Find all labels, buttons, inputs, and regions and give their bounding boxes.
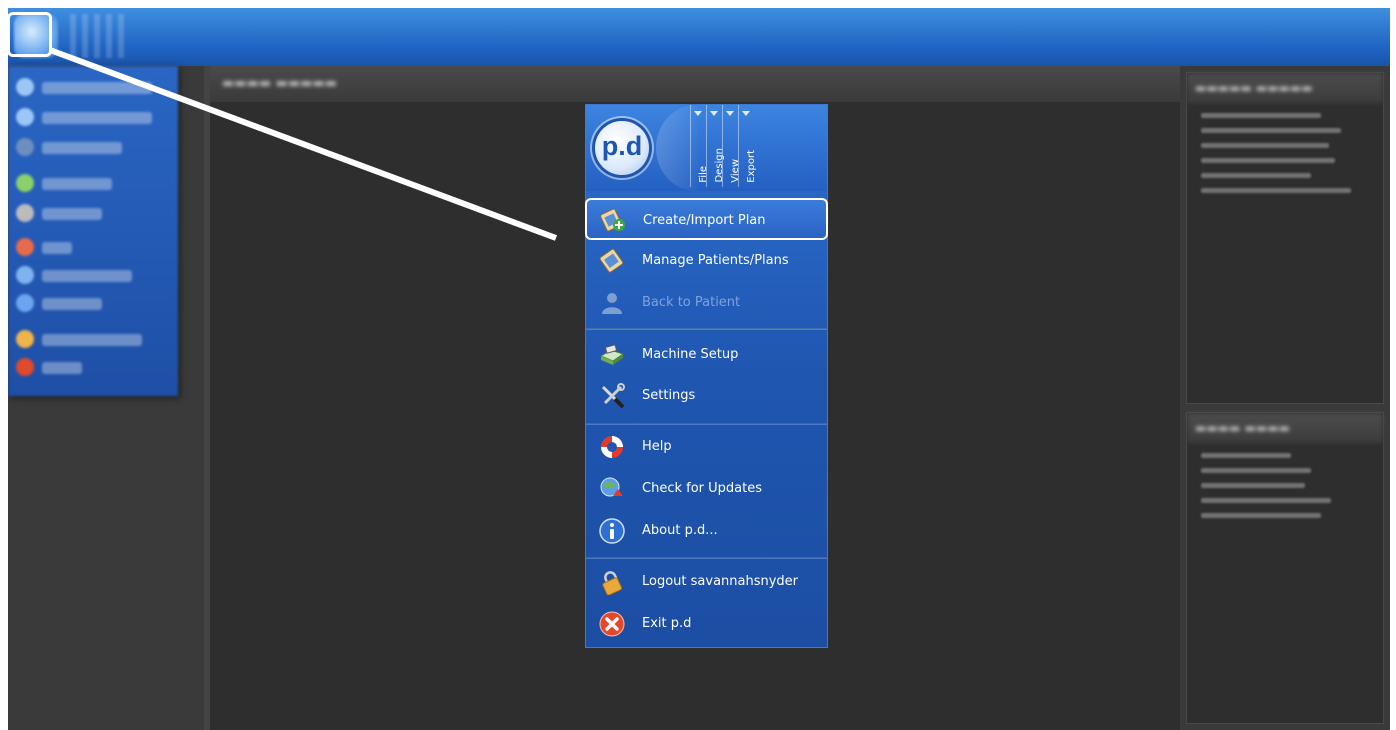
menu-separator — [586, 557, 827, 559]
wrench-screwdriver-icon — [601, 383, 625, 409]
triangle-down-icon — [742, 111, 750, 116]
menu-item-machine-setup[interactable]: Machine Setup — [586, 336, 827, 374]
menu-item-back-to-patient[interactable]: Back to Patient — [586, 284, 827, 322]
menu-item-label: Check for Updates — [642, 481, 762, 496]
menu-item-label: Manage Patients/Plans — [642, 253, 789, 268]
pd-logo[interactable]: p.d — [595, 121, 649, 175]
update-globe-icon — [600, 477, 623, 497]
create-plan-icon — [600, 208, 625, 232]
tab-export-label: Export — [746, 150, 757, 183]
lifebuoy-icon — [601, 436, 623, 458]
padlock-icon — [602, 571, 623, 595]
menu-separator — [586, 423, 827, 425]
menu-item-exit[interactable]: Exit p.d — [586, 605, 827, 643]
triangle-down-icon — [694, 111, 702, 116]
menu-item-create-import-plan[interactable]: Create/Import Plan — [585, 198, 828, 240]
menu-item-manage-patients[interactable]: Manage Patients/Plans — [586, 242, 827, 280]
manage-patients-icon — [599, 248, 624, 273]
menu-separator — [586, 328, 827, 330]
menu-item-label: About p.d... — [642, 523, 718, 538]
pd-logo-text: p.d — [601, 131, 643, 161]
menu-header: p.d File Design View Export — [586, 105, 827, 191]
menu-item-check-updates[interactable]: Check for Updates — [586, 470, 827, 508]
menu-item-label: Logout savannahsnyder — [642, 574, 799, 589]
menu-item-about[interactable]: About p.d... — [586, 512, 827, 550]
menu-item-label: Help — [642, 439, 672, 454]
logo-highlight-frame — [7, 12, 52, 57]
menu-item-label: Create/Import Plan — [643, 213, 766, 228]
info-icon — [599, 518, 625, 544]
menu-item-label: Settings — [642, 388, 696, 403]
menu-item-label: Exit p.d — [642, 616, 692, 631]
triangle-down-icon — [726, 111, 734, 116]
menu-item-help[interactable]: Help — [586, 428, 827, 466]
tab-export[interactable]: Export — [738, 105, 757, 187]
machine-setup-icon — [599, 344, 625, 365]
menu-item-label: Back to Patient — [642, 295, 741, 310]
tab-view[interactable]: View — [722, 105, 741, 187]
tab-design[interactable]: Design — [706, 105, 725, 187]
menu-item-settings[interactable]: Settings — [586, 377, 827, 415]
tab-file[interactable]: File — [690, 105, 709, 187]
exit-icon — [599, 611, 625, 637]
menu-item-logout[interactable]: Logout savannahsnyder — [586, 563, 827, 601]
patient-icon — [602, 293, 622, 314]
application-menu: p.d File Design View Export Create/Impor… — [585, 104, 828, 648]
menu-item-label: Machine Setup — [642, 347, 739, 362]
triangle-down-icon — [710, 111, 718, 116]
